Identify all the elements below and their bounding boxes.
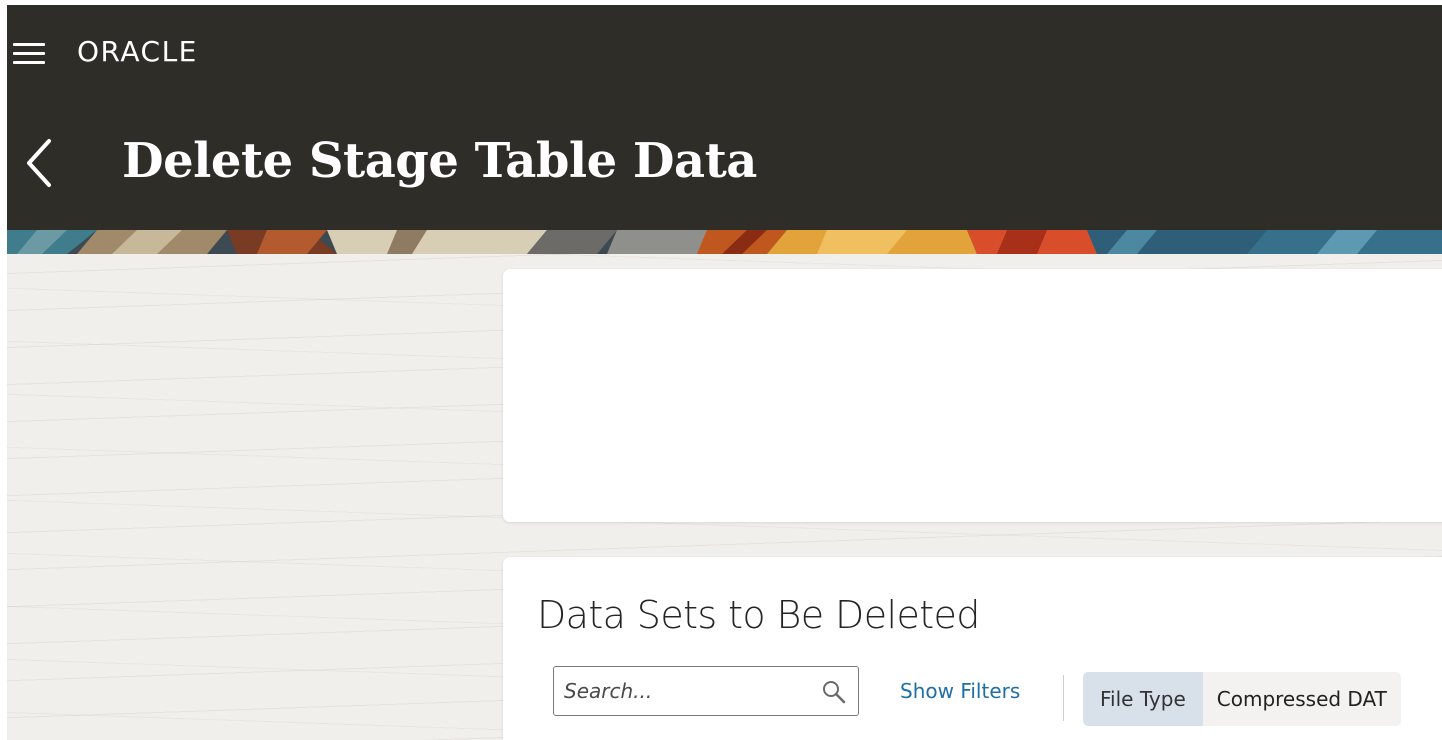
chevron-left-icon[interactable] <box>21 133 61 193</box>
search-field[interactable] <box>553 666 859 716</box>
page-frame: ORACLE Delete Stage Table Data Data Sets <box>7 5 1442 740</box>
search-input[interactable] <box>564 667 814 715</box>
file-type-filter-chip[interactable]: File Type Compressed DAT <box>1083 672 1401 726</box>
filter-divider <box>1063 675 1064 721</box>
page-header: ORACLE Delete Stage Table Data <box>7 5 1442 230</box>
hamburger-menu-icon[interactable] <box>12 40 46 66</box>
section-title: Data Sets to Be Deleted <box>537 593 980 637</box>
search-icon[interactable] <box>821 679 847 705</box>
show-filters-link[interactable]: Show Filters <box>900 679 1020 703</box>
svg-text:ORACLE: ORACLE <box>77 35 198 68</box>
filter-chip-label: File Type <box>1083 672 1203 726</box>
oracle-logo: ORACLE <box>77 35 198 68</box>
decorative-pattern-band <box>7 230 1442 254</box>
filter-chip-value: Compressed DAT <box>1202 672 1401 726</box>
page-title: Delete Stage Table Data <box>122 133 757 189</box>
top-card <box>503 269 1442 522</box>
data-sets-card: Data Sets to Be Deleted Show Filters Fil… <box>503 557 1442 740</box>
